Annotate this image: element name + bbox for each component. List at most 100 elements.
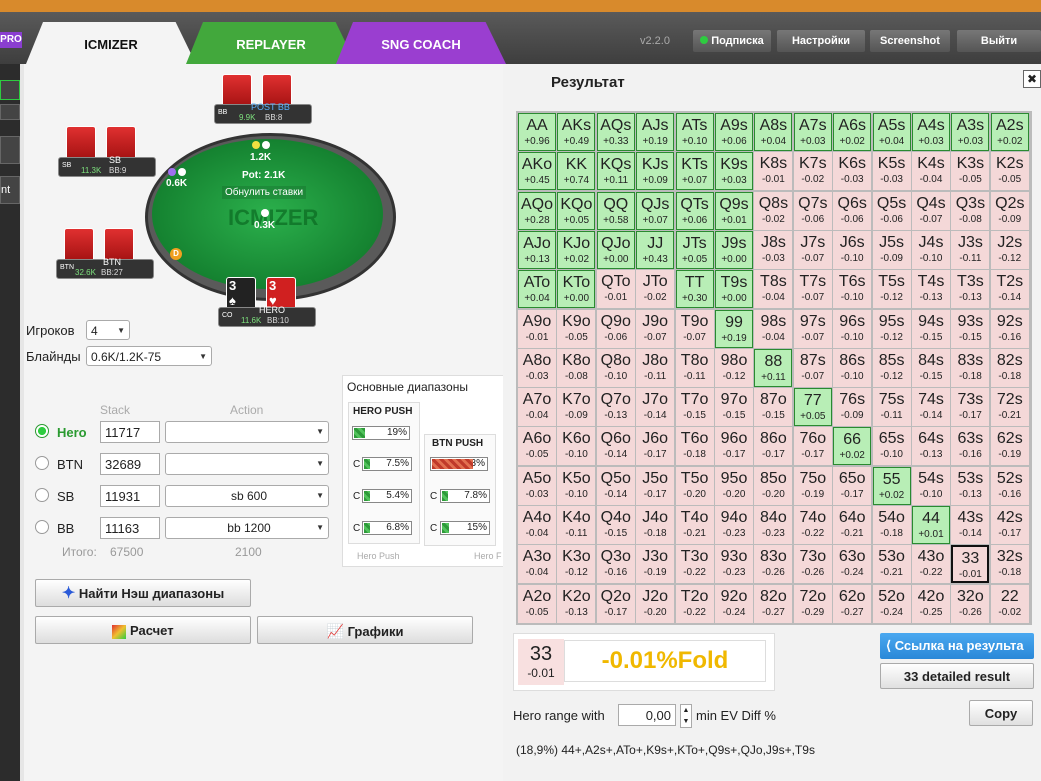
hand-cell[interactable]: A6o -0.05: [518, 427, 556, 466]
hand-cell[interactable]: 74o -0.22: [793, 506, 832, 544]
hand-cell[interactable]: 96o -0.17: [715, 427, 753, 466]
hand-cell[interactable]: 75s -0.11: [872, 388, 911, 427]
hand-cell[interactable]: 76o -0.17: [793, 427, 832, 466]
hero-action-select[interactable]: [165, 421, 329, 443]
hand-cell[interactable]: A3o -0.04: [518, 545, 556, 584]
sidebar-button-2[interactable]: [0, 104, 20, 120]
hand-cell[interactable]: 54s -0.10: [912, 466, 950, 505]
hand-cell[interactable]: T4s -0.13: [912, 270, 950, 309]
find-nash-button[interactable]: ✦ Найти Нэш диапазоны: [35, 579, 251, 607]
min-ev-input[interactable]: 0,00: [618, 704, 676, 726]
hand-cell[interactable]: J9o -0.07: [636, 309, 675, 348]
hand-cell[interactable]: J2s -0.12: [990, 230, 1029, 269]
hand-cell[interactable]: 93o -0.23: [715, 545, 753, 584]
hand-cell[interactable]: Q8s -0.02: [754, 191, 793, 230]
hand-cell[interactable]: 83s -0.18: [951, 348, 990, 387]
hand-cell[interactable]: 44 +0.01: [912, 506, 950, 544]
hand-cell[interactable]: 97o -0.15: [715, 388, 753, 427]
hand-cell[interactable]: 94o -0.23: [715, 506, 753, 544]
hand-cell[interactable]: J3s -0.11: [951, 230, 990, 269]
hand-cell[interactable]: Q9s +0.01: [715, 191, 753, 230]
hand-cell[interactable]: 73o -0.26: [793, 545, 832, 584]
hand-cell[interactable]: KQs +0.11: [596, 152, 635, 191]
hand-cell[interactable]: QTo -0.01: [596, 270, 635, 309]
calc-button[interactable]: Расчет: [35, 616, 251, 644]
hand-cell[interactable]: Q4o -0.15: [596, 506, 635, 544]
reset-bets-button[interactable]: Обнулить ставки: [222, 186, 307, 199]
hand-cell[interactable]: AQs +0.33: [596, 113, 635, 151]
hand-cell[interactable]: T4o -0.21: [675, 506, 714, 544]
hand-cell[interactable]: T7o -0.15: [675, 388, 714, 427]
hand-cell[interactable]: JTo -0.02: [636, 270, 675, 309]
hand-cell[interactable]: 84o -0.23: [754, 506, 793, 544]
hand-cell[interactable]: 42o -0.25: [912, 584, 950, 623]
hand-cell[interactable]: J5s -0.09: [872, 230, 911, 269]
hand-cell[interactable]: 92s -0.16: [990, 309, 1029, 348]
hand-cell[interactable]: A5o -0.03: [518, 466, 556, 505]
tab-replayer[interactable]: REPLAYER: [186, 22, 356, 64]
hand-cell[interactable]: 76s -0.09: [833, 388, 872, 427]
sidebar-button-1[interactable]: [0, 80, 20, 100]
hand-cell[interactable]: K4s -0.04: [912, 152, 950, 191]
hand-cell[interactable]: 66 +0.02: [833, 427, 872, 466]
hand-cell[interactable]: 88 +0.11: [754, 348, 793, 387]
hand-cell[interactable]: QJo +0.00: [596, 230, 635, 269]
hand-cell[interactable]: A6s +0.02: [833, 113, 872, 151]
settings-button[interactable]: Настройки: [777, 30, 865, 52]
hand-cell[interactable]: Q2s -0.09: [990, 191, 1029, 230]
hand-cell[interactable]: T3o -0.22: [675, 545, 714, 584]
hand-cell[interactable]: A9s +0.06: [715, 113, 753, 151]
hand-cell[interactable]: A8s +0.04: [754, 113, 793, 151]
hand-cell[interactable]: K9o -0.05: [557, 309, 596, 348]
seat-bb[interactable]: BB POST BB 9.9K BB:8: [214, 102, 312, 124]
hand-cell[interactable]: AJs +0.19: [636, 113, 675, 151]
hand-cell[interactable]: 82s -0.18: [990, 348, 1029, 387]
tab-icmizer[interactable]: ICMIZER: [26, 22, 196, 64]
hand-cell[interactable]: 87s -0.07: [793, 348, 832, 387]
hand-cell[interactable]: Q2o -0.17: [596, 584, 635, 623]
hand-cell[interactable]: 86o -0.17: [754, 427, 793, 466]
hand-cell[interactable]: 42s -0.17: [990, 506, 1029, 544]
hand-cell[interactable]: Q6o -0.14: [596, 427, 635, 466]
hand-cell[interactable]: 86s -0.10: [833, 348, 872, 387]
hero-stack-input[interactable]: 11717: [100, 421, 160, 443]
subscription-button[interactable]: Подписка: [693, 30, 771, 52]
hand-cell[interactable]: J8o -0.11: [636, 348, 675, 387]
hand-cell[interactable]: 43o -0.22: [912, 545, 950, 584]
hand-cell[interactable]: 94s -0.15: [912, 309, 950, 348]
sb-radio[interactable]: [35, 488, 49, 502]
hand-cell[interactable]: 77 +0.05: [793, 388, 832, 427]
hand-cell[interactable]: 73s -0.17: [951, 388, 990, 427]
hand-cell[interactable]: 65o -0.17: [833, 466, 872, 505]
hand-cell[interactable]: 32o -0.26: [951, 584, 990, 623]
hand-cell[interactable]: A8o -0.03: [518, 348, 556, 387]
hand-cell[interactable]: QQ +0.58: [596, 191, 635, 230]
copy-button[interactable]: Copy: [969, 700, 1033, 726]
hand-cell[interactable]: K5s -0.03: [872, 152, 911, 191]
hand-cell[interactable]: Q8o -0.10: [596, 348, 635, 387]
hand-cell[interactable]: 92o -0.24: [715, 584, 753, 623]
hand-cell[interactable]: 72s -0.21: [990, 388, 1029, 427]
hand-cell[interactable]: A4s +0.03: [912, 113, 950, 151]
seat-sb[interactable]: SB SB 11.3K BB:9: [58, 155, 156, 177]
hand-cell[interactable]: 54o -0.18: [872, 506, 911, 544]
hand-cell[interactable]: K2s -0.05: [990, 152, 1029, 191]
hero-call-bar[interactable]: 5.4%: [362, 489, 412, 503]
btn-stack-input[interactable]: 32689: [100, 453, 160, 475]
btn-call-bar[interactable]: 7.8%: [440, 489, 490, 503]
hand-cell[interactable]: A9o -0.01: [518, 309, 556, 348]
hand-cell[interactable]: 62s -0.19: [990, 427, 1029, 466]
hand-cell[interactable]: 98o -0.12: [715, 348, 753, 387]
bb-action-select[interactable]: bb 1200: [165, 517, 329, 539]
hand-cell[interactable]: 96s -0.10: [833, 309, 872, 348]
hand-cell[interactable]: K8o -0.08: [557, 348, 596, 387]
hand-cell[interactable]: 84s -0.15: [912, 348, 950, 387]
hand-cell[interactable]: K3s -0.05: [951, 152, 990, 191]
hand-cell[interactable]: J6o -0.17: [636, 427, 675, 466]
hand-cell[interactable]: T7s -0.07: [793, 270, 832, 309]
hand-cell[interactable]: 74s -0.14: [912, 388, 950, 427]
hand-cell[interactable]: J7s -0.07: [793, 230, 832, 269]
hero-call-bar[interactable]: 6.8%: [362, 521, 412, 535]
hand-cell[interactable]: 85s -0.12: [872, 348, 911, 387]
hand-cell[interactable]: 95o -0.20: [715, 466, 753, 505]
